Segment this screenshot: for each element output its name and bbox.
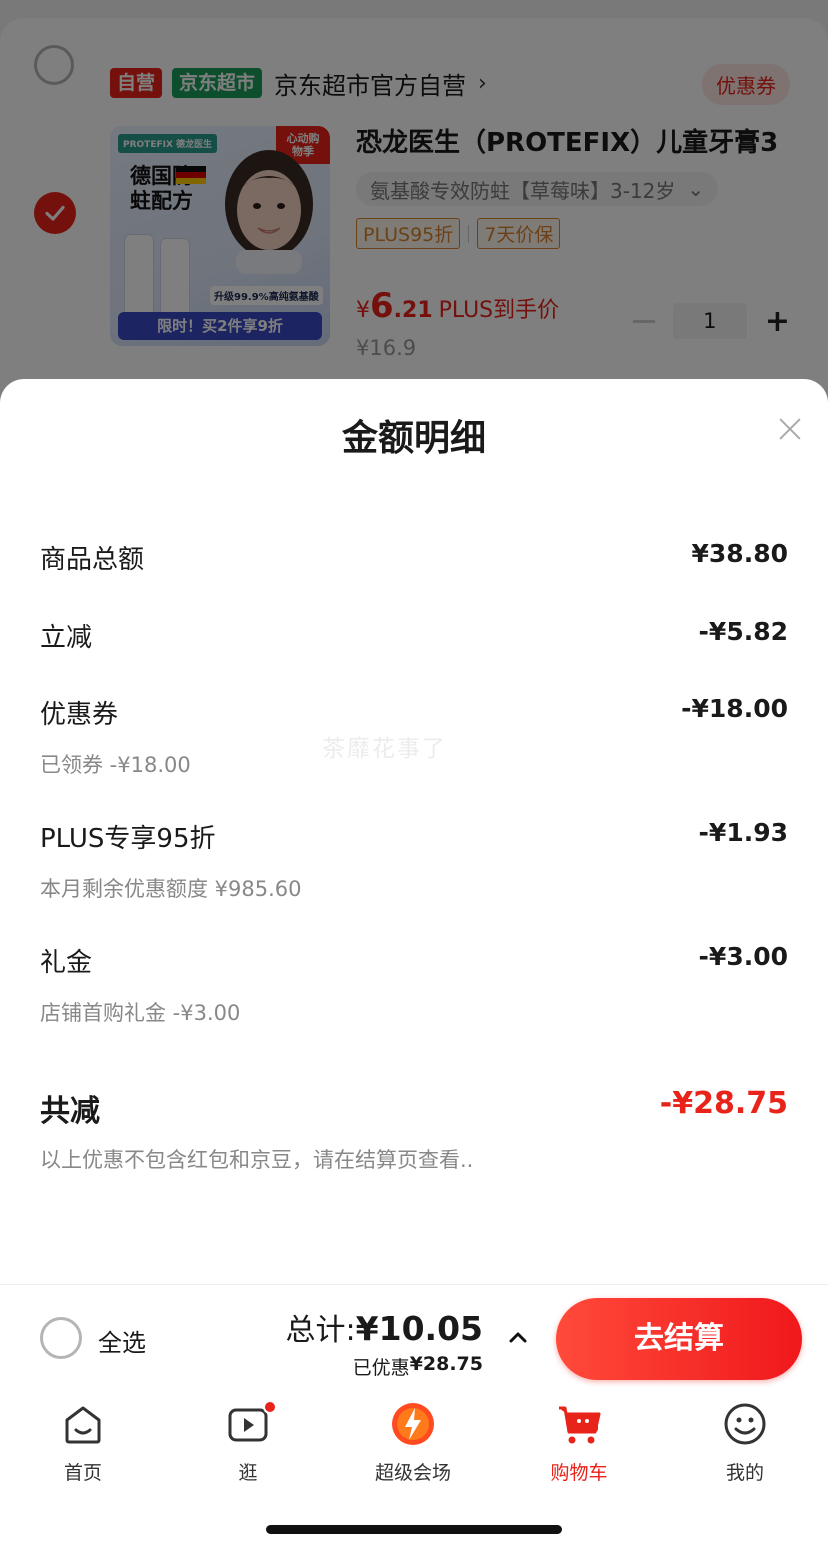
row-value: ¥38.80 bbox=[691, 539, 788, 568]
tab-cart[interactable]: 购物车 bbox=[524, 1400, 634, 1485]
total-discount-value: -¥28.75 bbox=[659, 1086, 788, 1121]
tab-profile[interactable]: 我的 bbox=[690, 1400, 800, 1485]
row-label: 立减 bbox=[40, 623, 93, 653]
saved-label: 已优惠 bbox=[352, 1357, 410, 1379]
tab-label: 首页 bbox=[63, 1462, 102, 1484]
modal-backdrop[interactable] bbox=[0, 0, 828, 400]
tab-browse[interactable]: 逛 bbox=[193, 1400, 303, 1485]
row-sub-label: 本月剩余优惠额度 ¥985.60 bbox=[40, 877, 302, 901]
chevron-up-icon[interactable] bbox=[508, 1327, 528, 1347]
checkout-button[interactable]: 去结算 bbox=[556, 1298, 802, 1380]
checkout-bar: 全选 总计: ¥10.05 已优惠 ¥28.75 去结算 bbox=[0, 1284, 828, 1392]
row-value: -¥1.93 bbox=[698, 818, 788, 847]
total-label: 总计: bbox=[285, 1313, 356, 1348]
row-label: 优惠券 bbox=[40, 700, 119, 730]
home-indicator[interactable] bbox=[266, 1525, 562, 1534]
detail-row-plus-discount: PLUS专享95折 -¥1.93 本月剩余优惠额度 ¥985.60 bbox=[40, 818, 788, 903]
sheet-title: 金额明细 bbox=[341, 418, 486, 459]
row-label: 商品总额 bbox=[40, 545, 145, 575]
row-label: PLUS专享95折 bbox=[40, 824, 216, 854]
saved-value: ¥28.75 bbox=[409, 1353, 483, 1375]
home-icon bbox=[65, 1406, 101, 1444]
saved-amount: 已优惠 ¥28.75 bbox=[353, 1353, 483, 1380]
total-discount-note: 以上优惠不包含红包和京豆，请在结算页查看.. bbox=[40, 1148, 474, 1172]
cart-background: 自营 京东超市 京东超市官方自营 › 优惠券 PROTEFIX 德龙医生 心动购… bbox=[0, 0, 828, 400]
row-value: -¥3.00 bbox=[698, 942, 788, 971]
profile-icon bbox=[724, 1403, 766, 1445]
row-value: -¥5.82 bbox=[698, 617, 788, 646]
tab-label: 超级会场 bbox=[374, 1462, 451, 1484]
detail-row-subtotal: 商品总额 ¥38.80 bbox=[40, 539, 788, 576]
total-value: ¥10.05 bbox=[355, 1309, 483, 1348]
select-all-label[interactable]: 全选 bbox=[98, 1323, 146, 1358]
super-venue-icon bbox=[392, 1403, 434, 1445]
tab-home[interactable]: 首页 bbox=[28, 1400, 138, 1485]
row-label: 礼金 bbox=[40, 948, 93, 978]
notification-dot bbox=[263, 1400, 277, 1414]
tab-label: 逛 bbox=[238, 1462, 258, 1484]
total-amount: 总计: ¥10.05 bbox=[286, 1305, 483, 1349]
select-all-radio[interactable] bbox=[40, 1317, 82, 1359]
cart-icon bbox=[559, 1406, 601, 1444]
detail-row-instant-discount: 立减 -¥5.82 bbox=[40, 617, 788, 654]
tab-super-venue[interactable]: 超级会场 bbox=[358, 1400, 468, 1485]
amount-detail-sheet: 金额明细 商品总额 ¥38.80 立减 -¥5.82 优惠券 -¥18.00 已… bbox=[0, 379, 828, 1284]
row-sub-label: 店铺首购礼金 -¥3.00 bbox=[40, 1001, 241, 1025]
detail-row-total-discount: 共减 -¥28.75 以上优惠不包含红包和京豆，请在结算页查看.. bbox=[40, 1086, 788, 1174]
watermark: 茶靡花事了 bbox=[322, 736, 447, 762]
tab-label: 购物车 bbox=[550, 1462, 608, 1484]
row-value: -¥18.00 bbox=[681, 694, 788, 723]
close-icon[interactable] bbox=[774, 413, 806, 445]
tab-label: 我的 bbox=[725, 1462, 764, 1484]
detail-row-gift-money: 礼金 -¥3.00 店铺首购礼金 -¥3.00 bbox=[40, 942, 788, 1027]
